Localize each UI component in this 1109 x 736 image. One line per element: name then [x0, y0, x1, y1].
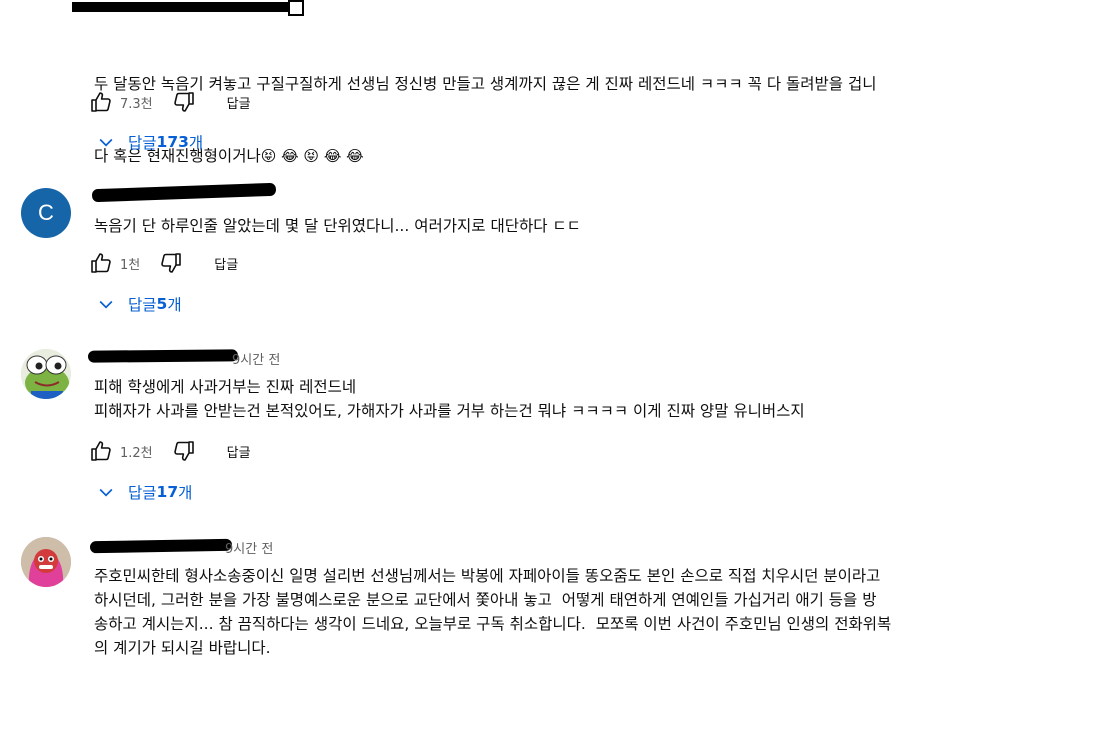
view-replies-button[interactable]: 답글 173 개	[96, 131, 203, 153]
comment-actions: 7.3천 답글	[88, 88, 251, 116]
redacted-username	[72, 2, 300, 12]
replies-count: 17	[156, 483, 179, 501]
like-icon[interactable]	[88, 89, 114, 115]
comment-text: 주호민씨한테 형사소송중이신 일명 설리번 선생님께서는 박봉에 자페아이들 똥…	[94, 567, 892, 657]
chevron-down-icon	[99, 138, 113, 147]
redacted-username	[89, 538, 233, 554]
view-replies-button[interactable]: 답글 17 개	[96, 481, 192, 503]
reply-button[interactable]: 답글	[227, 442, 251, 461]
frog-avatar-icon	[21, 349, 71, 399]
replies-count: 173	[156, 133, 189, 151]
avatar[interactable]	[21, 349, 71, 399]
dislike-icon[interactable]	[158, 250, 184, 276]
redacted-username	[87, 349, 239, 363]
replies-suffix: 개	[188, 134, 204, 152]
avatar[interactable]: C	[21, 188, 71, 238]
view-replies-button[interactable]: 답글 5개	[96, 293, 182, 315]
replies-suffix: 개	[178, 484, 193, 502]
comment-text: 피해 학생에게 사과거부는 진짜 레전드네 피해자가 사과를 안받는건 본적있어…	[94, 378, 805, 420]
like-count: 1천	[120, 257, 141, 273]
dislike-icon[interactable]	[171, 438, 197, 464]
chevron-down-icon	[99, 488, 113, 497]
like-count: 1.2천	[120, 445, 153, 461]
replies-suffix: 개	[167, 296, 182, 314]
replies-label: 답글	[128, 296, 157, 314]
replies-label: 답글	[128, 484, 157, 502]
comment-time[interactable]: 9시간 전	[225, 538, 273, 557]
dislike-icon[interactable]	[171, 89, 197, 115]
replies-count: 5	[156, 295, 168, 313]
reply-button[interactable]: 답글	[214, 254, 238, 273]
like-icon[interactable]	[88, 438, 114, 464]
comment-actions: 1.2천 답글	[88, 437, 251, 465]
replies-label: 답글	[128, 134, 157, 152]
avatar[interactable]	[21, 537, 71, 587]
chevron-down-icon	[99, 300, 113, 309]
comment-time[interactable]: 9시간 전	[232, 349, 280, 368]
character-avatar-icon	[21, 537, 71, 587]
comment-actions: 1천 답글	[88, 249, 238, 277]
like-icon[interactable]	[88, 250, 114, 276]
like-count: 7.3천	[120, 96, 153, 112]
avatar-letter: C	[38, 200, 54, 225]
comment-text: 녹음기 단 하루인줄 알았는데 몇 달 단위였다니... 여러가지로 대단하다 …	[94, 217, 581, 235]
emoji-group: 😝 😂 😝 😂 😂	[260, 147, 364, 165]
reply-button[interactable]: 답글	[227, 93, 251, 112]
redacted-username-end	[288, 0, 304, 16]
